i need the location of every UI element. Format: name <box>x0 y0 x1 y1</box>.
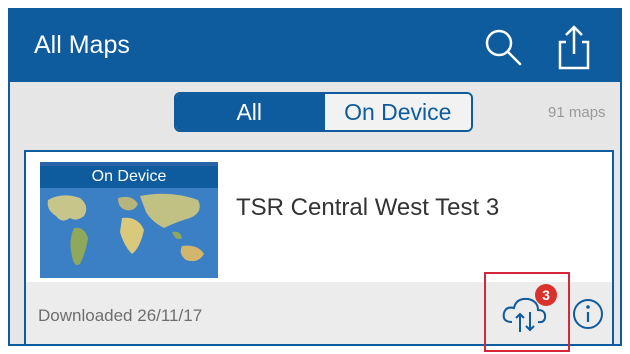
page-title: All Maps <box>34 31 130 59</box>
card-footer: Downloaded 26/11/17 3 <box>26 282 612 344</box>
filter-on-device-button[interactable]: On Device <box>322 94 471 130</box>
filter-all-button[interactable]: All <box>176 94 323 130</box>
map-count: 91 maps <box>548 104 606 121</box>
map-title: TSR Central West Test 3 <box>236 194 500 221</box>
sync-count-badge: 3 <box>535 284 557 306</box>
search-icon[interactable] <box>480 24 526 70</box>
on-device-label: On Device <box>40 166 218 188</box>
world-map-image <box>40 188 218 278</box>
filter-bar: All On Device 91 maps <box>10 82 620 142</box>
filter-segmented-control: All On Device <box>174 92 473 132</box>
map-thumbnail: On Device <box>40 162 218 278</box>
info-icon[interactable] <box>570 296 606 332</box>
downloaded-date: Downloaded 26/11/17 <box>38 306 203 325</box>
map-card[interactable]: On Device TSR Central West Test 3 Downlo… <box>24 150 614 344</box>
app-frame: All Maps All On Device 91 maps On Device <box>8 8 622 346</box>
share-icon[interactable] <box>552 22 596 72</box>
top-bar: All Maps <box>10 10 620 82</box>
